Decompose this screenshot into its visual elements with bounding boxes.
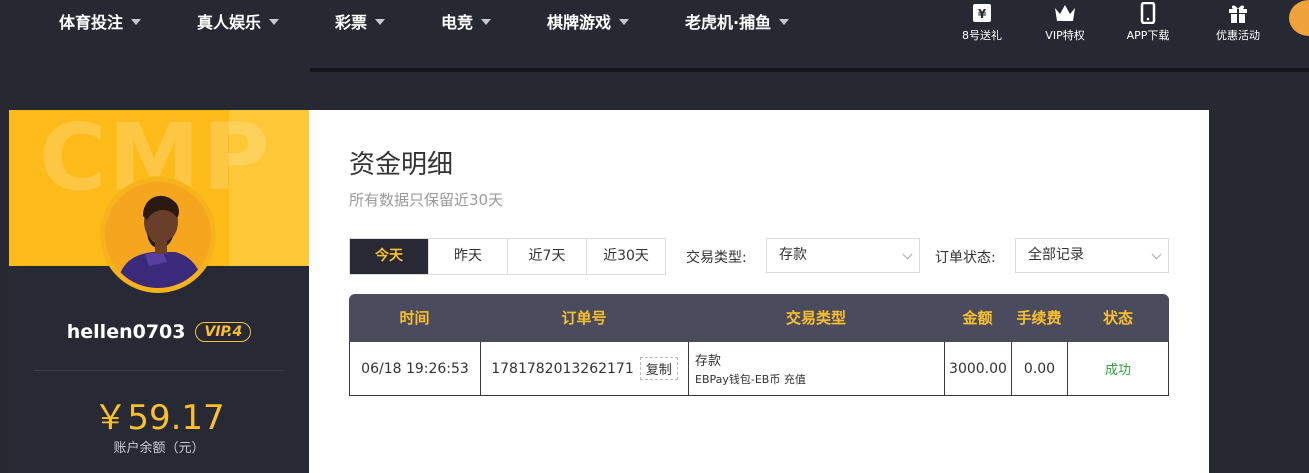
- header-time: 时间: [399, 309, 430, 327]
- quick-gift-8[interactable]: ¥ 8号送礼: [947, 0, 1017, 43]
- cell-transaction-type: 存款 EBPay钱包-EB币 充值: [689, 342, 945, 395]
- quick-promotions[interactable]: 优惠活动: [1203, 0, 1273, 43]
- balance-label: 账户余额（元）: [113, 441, 205, 456]
- order-number: 1781782013262171: [491, 360, 634, 377]
- chevron-down-icon: [902, 249, 913, 260]
- header-transaction-type: 交易类型: [785, 309, 846, 327]
- chevron-down-icon: [1151, 249, 1162, 260]
- crown-icon: [1055, 5, 1075, 21]
- transaction-type-select[interactable]: 存款: [766, 238, 920, 273]
- header-order-number: 订单号: [561, 309, 607, 327]
- nav-label: 棋牌游戏: [547, 13, 612, 32]
- table-row: 06/18 19:26:53 1781782013262171 复制 存款 EB…: [349, 342, 1169, 396]
- chevron-down-icon: [269, 18, 280, 25]
- avatar: [100, 177, 216, 293]
- quick-label: 8号送礼: [962, 29, 1002, 42]
- transactions-table: 时间 订单号 交易类型 金额 手续费 状态 06/18 19:26:53 178…: [349, 294, 1169, 396]
- tab-30-days[interactable]: 近30天: [587, 239, 665, 274]
- nav-sports[interactable]: 体育投注: [59, 9, 142, 33]
- quick-vip[interactable]: VIP特权: [1030, 0, 1100, 43]
- chevron-down-icon: [619, 18, 630, 25]
- cell-fee: 0.00: [1012, 342, 1068, 395]
- cell-time: 06/18 19:26:53: [350, 342, 481, 395]
- chevron-down-icon: [481, 18, 492, 25]
- fund-details-panel: 资金明细 所有数据只保留近30天 今天 昨天 近7天 近30天 交易类型: 存款…: [309, 110, 1209, 473]
- svg-text:¥: ¥: [978, 7, 987, 21]
- nav-slots-fishing[interactable]: 老虎机·捕鱼: [685, 9, 790, 33]
- nav-label: 体育投注: [59, 13, 124, 32]
- order-status-label: 订单状态:: [935, 250, 996, 266]
- nav-divider: [310, 68, 1309, 72]
- header-fee: 手续费: [1016, 309, 1062, 327]
- vip-badge: VIP.4: [195, 322, 252, 342]
- tab-7-days[interactable]: 近7天: [508, 239, 587, 274]
- nav-live-casino[interactable]: 真人娱乐: [197, 9, 280, 33]
- quick-label: VIP特权: [1045, 29, 1085, 42]
- chevron-down-icon: [779, 18, 790, 25]
- nav-card-games[interactable]: 棋牌游戏: [547, 9, 630, 33]
- table-header: 时间 订单号 交易类型 金额 手续费 状态: [349, 294, 1169, 342]
- transaction-type-main: 存款: [695, 354, 722, 369]
- transaction-type-detail: EBPay钱包-EB币 充值: [695, 373, 806, 386]
- quick-app-download[interactable]: APP下载: [1113, 0, 1183, 43]
- header-status: 状态: [1102, 309, 1133, 327]
- nav-label: 彩票: [335, 13, 368, 32]
- date-range-tabs: 今天 昨天 近7天 近30天: [349, 238, 666, 275]
- account-balance: ￥59.17: [93, 398, 225, 438]
- top-navigation: 体育投注 真人娱乐 彩票 电竞 棋牌游戏 老虎机·捕鱼 ¥ 8号送礼 VIP特权…: [0, 0, 1309, 70]
- transaction-type-label: 交易类型:: [686, 250, 747, 266]
- gift-ticket-icon: ¥: [973, 4, 991, 22]
- sidebar-divider: [34, 370, 284, 371]
- nav-label: 老虎机·捕鱼: [685, 13, 772, 32]
- tab-yesterday[interactable]: 昨天: [429, 239, 508, 274]
- order-status-value: 全部记录: [1028, 247, 1084, 263]
- tab-today[interactable]: 今天: [350, 239, 429, 274]
- page-title: 资金明细: [349, 150, 454, 180]
- quick-label: APP下载: [1126, 29, 1170, 42]
- cell-order: 1781782013262171 复制: [481, 342, 689, 395]
- nav-label: 电竞: [441, 13, 474, 32]
- page-subtitle: 所有数据只保留近30天: [349, 191, 504, 209]
- chevron-down-icon: [375, 18, 386, 25]
- nav-esports[interactable]: 电竞: [441, 9, 492, 33]
- header-amount: 金额: [962, 309, 993, 327]
- order-status-select[interactable]: 全部记录: [1015, 238, 1169, 273]
- user-avatar-corner[interactable]: [1289, 0, 1309, 36]
- username: hellen0703: [66, 321, 186, 343]
- username-row: hellen0703 VIP.4: [9, 321, 309, 343]
- chevron-down-icon: [131, 18, 142, 25]
- avatar-photo: [105, 182, 211, 288]
- quick-label: 优惠活动: [1216, 29, 1260, 42]
- transaction-type-value: 存款: [779, 247, 807, 263]
- cell-status: 成功: [1104, 363, 1131, 378]
- nav-lottery[interactable]: 彩票: [335, 9, 386, 33]
- phone-icon: [1140, 2, 1156, 24]
- copy-button[interactable]: 复制: [639, 357, 678, 380]
- profile-sidebar: CMP hellen0703 VIP.4 ￥59.17 账户余额（元）: [9, 110, 309, 473]
- nav-label: 真人娱乐: [197, 13, 262, 32]
- cell-amount: 3000.00: [945, 342, 1012, 395]
- gift-box-icon: [1229, 5, 1247, 23]
